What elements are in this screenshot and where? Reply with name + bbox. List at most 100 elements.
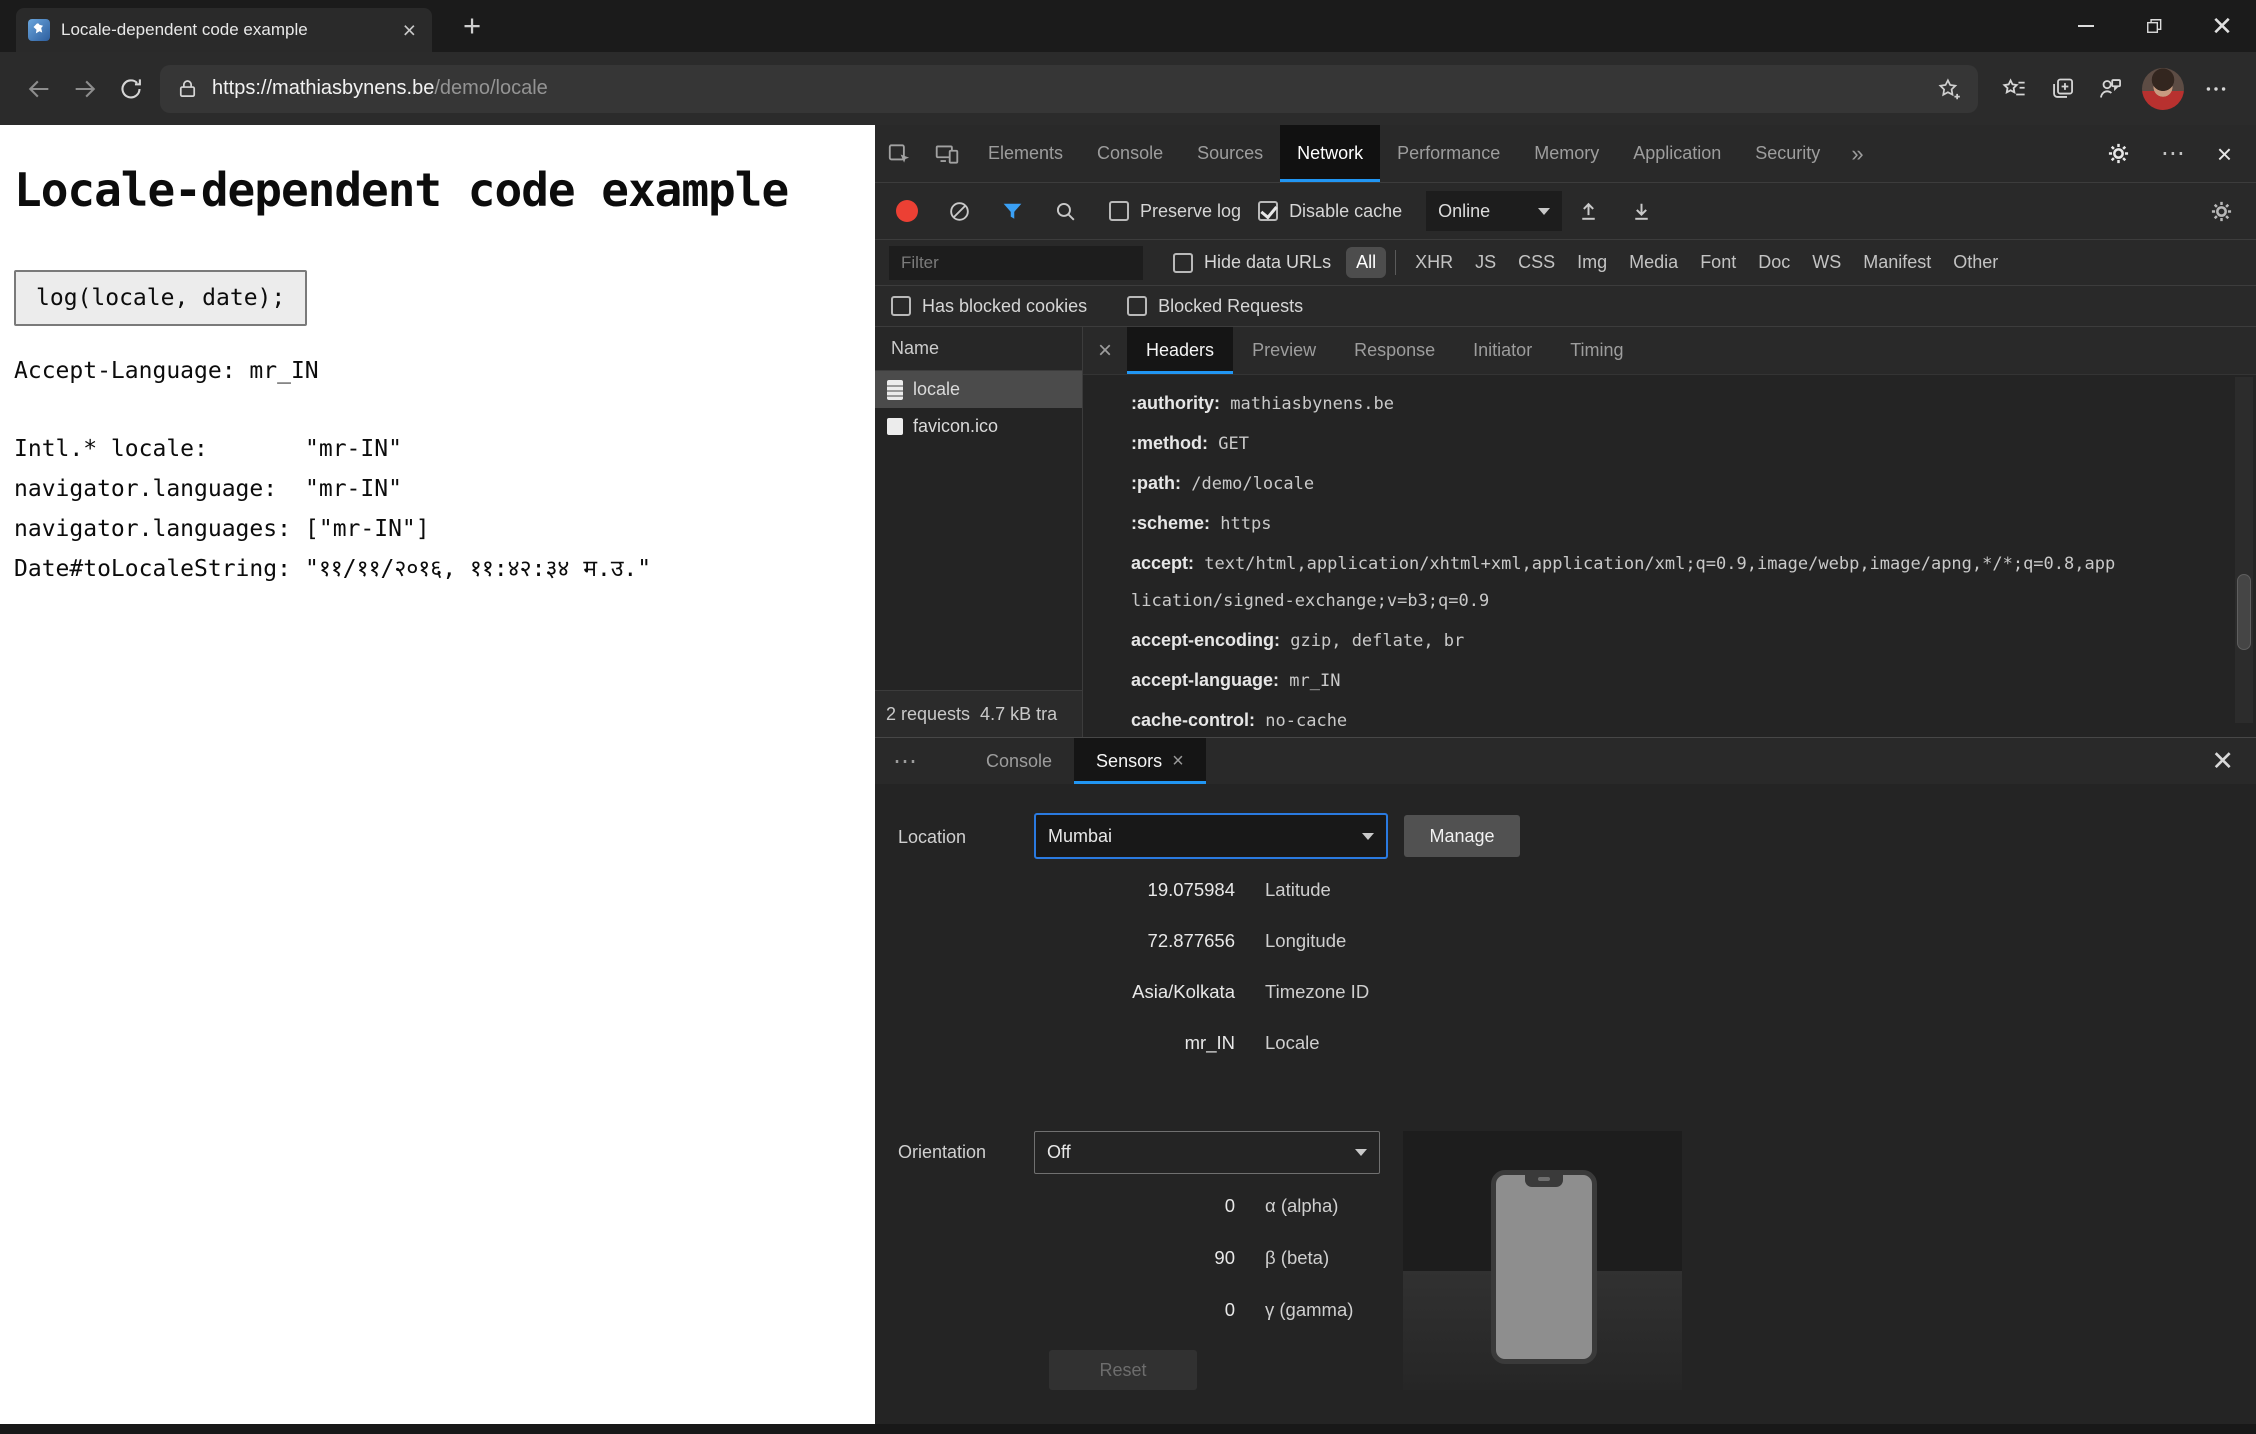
detail-tab[interactable]: Timing [1551, 327, 1642, 374]
close-details-icon[interactable]: × [1083, 327, 1127, 374]
header-row: accept-encoding: gzip, deflate, br [1131, 630, 1465, 651]
resource-type-filter[interactable]: Doc [1748, 247, 1800, 278]
detail-tab[interactable]: Initiator [1454, 327, 1551, 374]
url-text: https://mathiasbynens.be/demo/locale [212, 77, 548, 99]
detail-tab[interactable]: Response [1335, 327, 1454, 374]
window-minimize-button[interactable] [2052, 0, 2120, 52]
back-icon[interactable] [16, 66, 62, 112]
header-row: :method: GET [1131, 433, 1249, 454]
request-row[interactable]: locale [875, 371, 1082, 408]
filter-icon[interactable] [1000, 199, 1025, 224]
drawer-more-icon[interactable]: ⋯ [875, 738, 938, 784]
devtools-tab[interactable]: Memory [1517, 125, 1616, 182]
accept-language-line: Accept-Language: mr_IN [14, 358, 319, 384]
network-filter-bar: Hide data URLs All XHRJSCSSImgMediaFontDo… [875, 240, 2256, 286]
network-settings-icon[interactable] [2209, 199, 2240, 224]
window-restore-button[interactable] [2120, 0, 2188, 52]
title-bar: Locale-dependent code example × + ✕ [0, 0, 2256, 52]
requests-summary: 2 requests 4.7 kB tra [875, 690, 1082, 737]
browser-menu-icon[interactable] [2192, 65, 2240, 113]
phone-preview [1491, 1170, 1597, 1364]
detail-tab[interactable]: Preview [1233, 327, 1335, 374]
hide-data-urls-label: Hide data URLs [1204, 252, 1332, 272]
clear-icon[interactable] [947, 199, 972, 224]
orientation-select[interactable]: Off [1034, 1131, 1380, 1174]
header-row: cache-control: no-cache [1131, 710, 1348, 731]
resource-type-filter[interactable]: Media [1619, 247, 1688, 278]
devtools-tab[interactable]: Elements [971, 125, 1080, 182]
chevron-down-icon [1362, 832, 1374, 840]
record-button[interactable] [896, 200, 918, 222]
has-blocked-cookies-checkbox[interactable] [891, 296, 911, 316]
manage-button[interactable]: Manage [1404, 815, 1520, 857]
geo-field-row: 19.075984 Latitude [1147, 878, 1331, 900]
filter-input[interactable] [889, 245, 1143, 280]
resource-type-filter[interactable]: JS [1465, 247, 1506, 278]
resource-type-filter[interactable]: Font [1690, 247, 1746, 278]
name-column-header[interactable]: Name [875, 327, 1082, 371]
header-row: :scheme: https [1131, 513, 1272, 534]
header-row: accept: text/html,application/xhtml+xml,… [1131, 553, 2116, 611]
devtools-settings-icon[interactable] [2106, 141, 2131, 166]
window-bottom-edge [0, 1424, 2256, 1434]
close-drawer-icon[interactable]: ✕ [2189, 738, 2256, 784]
hide-data-urls-checkbox[interactable] [1173, 252, 1193, 273]
forward-icon[interactable] [62, 66, 108, 112]
profile-avatar[interactable] [2142, 67, 2184, 110]
refresh-icon[interactable] [108, 66, 154, 112]
inspect-element-icon[interactable] [875, 125, 923, 182]
disable-cache-checkbox[interactable] [1258, 201, 1279, 221]
scrollbar-thumb[interactable] [2237, 574, 2251, 650]
header-row: :path: /demo/locale [1131, 473, 1315, 494]
devtools-tab[interactable]: Sources [1180, 125, 1280, 182]
geo-field-row: mr_IN Locale [1184, 1031, 1320, 1053]
favorites-icon[interactable] [1990, 65, 2038, 113]
reset-button: Reset [1049, 1350, 1197, 1390]
tab-close-icon[interactable]: × [399, 18, 420, 42]
more-tabs-icon[interactable]: » [1837, 125, 1877, 182]
blocked-requests-checkbox[interactable] [1127, 296, 1148, 316]
orientation-stage [1403, 1131, 1682, 1390]
close-sensors-tab-icon[interactable]: × [1172, 750, 1184, 773]
scrollbar[interactable] [2235, 377, 2253, 723]
resource-type-filter[interactable]: Manifest [1853, 247, 1941, 278]
lock-icon[interactable] [176, 77, 199, 100]
request-row[interactable]: favicon.ico [875, 408, 1082, 445]
search-icon[interactable] [1053, 199, 1078, 224]
resource-type-filter[interactable]: CSS [1508, 247, 1565, 278]
location-select[interactable]: Mumbai [1034, 813, 1388, 859]
address-bar[interactable]: https://mathiasbynens.be/demo/locale [160, 64, 1978, 113]
devtools-panel: Elements Console Sources Network Performance… [875, 125, 2256, 1434]
devtools-tab[interactable]: Performance [1380, 125, 1517, 182]
site-favicon-icon [28, 19, 50, 41]
detail-tab[interactable]: Headers [1127, 327, 1234, 374]
devtools-tab[interactable]: Console [1080, 125, 1180, 182]
devtools-tab[interactable]: Security [1738, 125, 1837, 182]
devtools-menu-icon[interactable]: ⋯ [2161, 139, 2187, 168]
page-content: Locale-dependent code example log(locale… [0, 125, 875, 1424]
collections-icon[interactable] [2038, 65, 2086, 113]
feedback-icon[interactable] [2086, 65, 2134, 113]
import-har-icon[interactable] [1576, 199, 1601, 224]
add-favorite-icon[interactable] [1936, 76, 1962, 102]
chevron-down-icon [1538, 207, 1551, 215]
new-tab-button[interactable]: + [452, 10, 492, 44]
resource-type-filter[interactable]: Other [1943, 247, 2008, 278]
resource-type-filter[interactable]: WS [1802, 247, 1851, 278]
header-row: accept-language: mr_IN [1131, 670, 1341, 691]
devtools-close-icon[interactable]: × [2217, 141, 2232, 167]
phone-notch [1525, 1174, 1563, 1187]
throttling-select[interactable]: Online [1426, 191, 1563, 231]
preserve-log-checkbox[interactable] [1109, 201, 1129, 221]
resource-type-filter[interactable]: Img [1567, 247, 1617, 278]
window-close-button[interactable]: ✕ [2188, 0, 2256, 52]
export-har-icon[interactable] [1629, 199, 1654, 224]
devtools-tab[interactable]: Network [1280, 125, 1381, 182]
resource-type-filter[interactable]: XHR [1395, 247, 1463, 278]
browser-tab[interactable]: Locale-dependent code example × [16, 8, 432, 52]
drawer-tab[interactable]: Console × [964, 738, 1074, 784]
device-toolbar-icon[interactable] [923, 125, 971, 182]
resource-type-filter[interactable]: All [1346, 247, 1387, 278]
devtools-tab[interactable]: Application [1616, 125, 1738, 182]
drawer-tab[interactable]: Sensors × [1074, 738, 1206, 784]
